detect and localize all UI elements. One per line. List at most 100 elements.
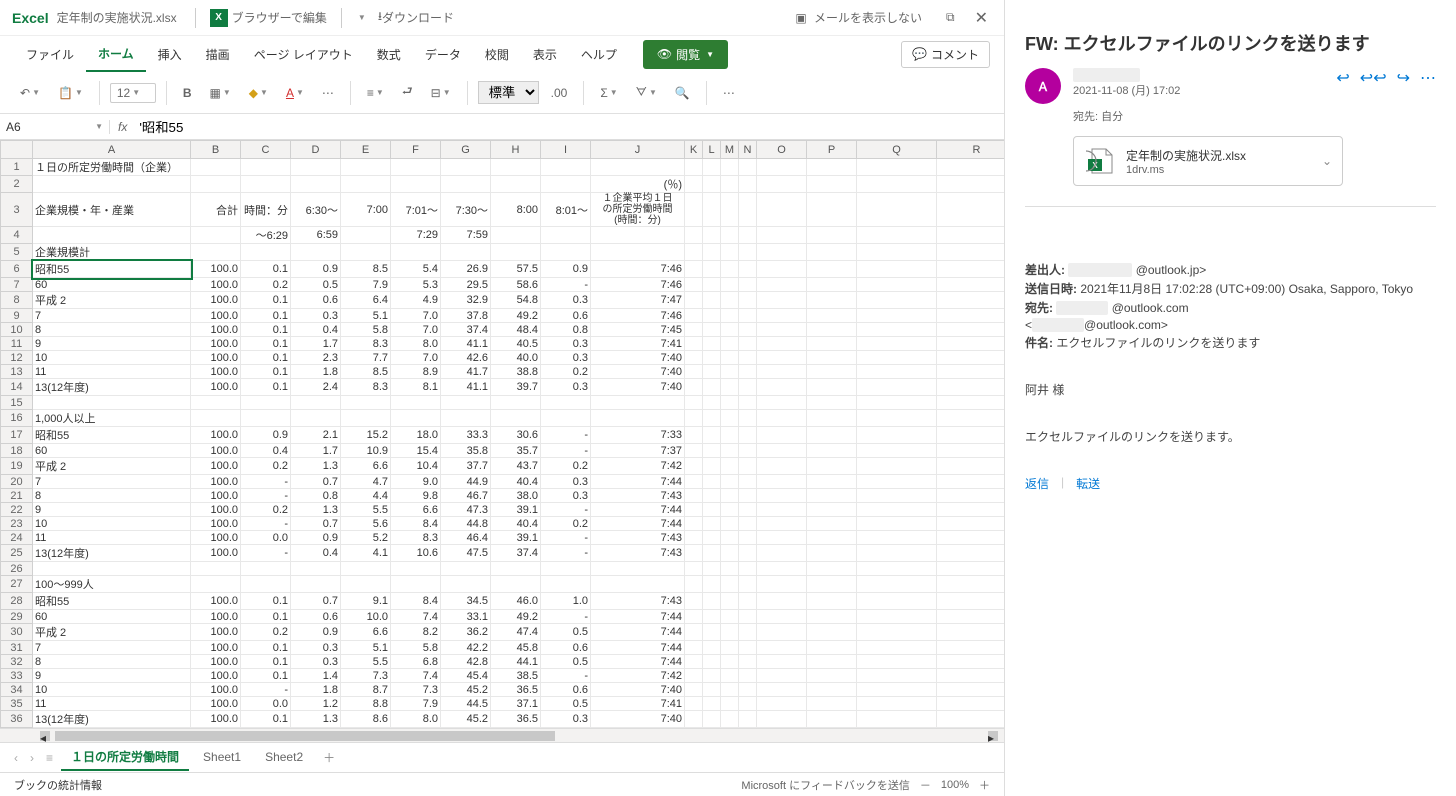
cell[interactable]: 1.8 [291, 365, 341, 379]
cell[interactable]: 6:30～ [291, 193, 341, 227]
cell[interactable]: 時間：分 [241, 193, 291, 227]
cell[interactable] [857, 475, 937, 489]
cell[interactable] [937, 517, 1005, 531]
cell[interactable]: 100.0 [191, 593, 241, 610]
cell[interactable]: 49.2 [491, 610, 541, 624]
cell[interactable] [937, 610, 1005, 624]
cell[interactable]: 0.3 [291, 309, 341, 323]
cell[interactable] [757, 641, 807, 655]
cell[interactable] [591, 227, 685, 244]
cell[interactable] [685, 610, 703, 624]
row-header[interactable]: 10 [1, 323, 33, 337]
cell[interactable]: 34.5 [441, 593, 491, 610]
cell[interactable] [721, 365, 739, 379]
cell[interactable]: 昭和55 [33, 593, 191, 610]
cell[interactable] [191, 562, 241, 576]
cell[interactable] [757, 475, 807, 489]
cell[interactable]: 8.3 [341, 337, 391, 351]
cell[interactable]: 企業規模・年・産業 [33, 193, 191, 227]
cell[interactable]: 2.3 [291, 351, 341, 365]
attachment-card[interactable]: X 定年制の実施状況.xlsx 1drv.ms ⌄ [1073, 136, 1343, 186]
cell[interactable] [757, 610, 807, 624]
cell[interactable] [703, 683, 721, 697]
cell[interactable]: - [541, 503, 591, 517]
hide-mail-button[interactable]: ▣ メールを表示しない [791, 5, 930, 30]
cell[interactable]: 0.9 [241, 427, 291, 444]
cell[interactable] [857, 669, 937, 683]
cell[interactable] [703, 545, 721, 562]
cell[interactable]: 15.4 [391, 444, 441, 458]
cell[interactable] [937, 337, 1005, 351]
cell[interactable]: 5.8 [391, 641, 441, 655]
cell[interactable] [685, 475, 703, 489]
cell[interactable] [857, 379, 937, 396]
cell[interactable] [807, 176, 857, 193]
cell[interactable]: 39.7 [491, 379, 541, 396]
horizontal-scrollbar[interactable]: ◂ ▸ [0, 728, 1004, 742]
cell[interactable] [703, 531, 721, 545]
cell[interactable] [685, 278, 703, 292]
col-header[interactable]: Q [857, 141, 937, 159]
cell[interactable]: 0.1 [241, 379, 291, 396]
cell[interactable]: 26.9 [441, 261, 491, 278]
sheet-tab-2[interactable]: Sheet1 [193, 746, 251, 770]
cell[interactable]: 8.0 [391, 337, 441, 351]
cell[interactable]: 100.0 [191, 711, 241, 728]
cell[interactable]: - [541, 444, 591, 458]
cell[interactable] [685, 396, 703, 410]
cell[interactable]: 100.0 [191, 503, 241, 517]
cell[interactable] [807, 641, 857, 655]
cell[interactable]: 8:00 [491, 193, 541, 227]
cell[interactable] [807, 655, 857, 669]
cell[interactable]: 9.8 [391, 489, 441, 503]
cell[interactable]: 4.7 [341, 475, 391, 489]
cell[interactable]: 10 [33, 351, 191, 365]
cell[interactable] [685, 244, 703, 261]
cell[interactable] [739, 365, 757, 379]
cell[interactable] [391, 562, 441, 576]
cell[interactable] [33, 176, 191, 193]
cell[interactable] [857, 576, 937, 593]
cell[interactable] [937, 593, 1005, 610]
cell[interactable]: 7:44 [591, 624, 685, 641]
cell[interactable] [739, 593, 757, 610]
cell[interactable]: 0.0 [241, 697, 291, 711]
cell[interactable]: 0.6 [541, 683, 591, 697]
more-font[interactable]: ⋯ [316, 82, 340, 104]
cell[interactable] [937, 396, 1005, 410]
row-header[interactable]: 15 [1, 396, 33, 410]
cell[interactable]: 33.1 [441, 610, 491, 624]
cell[interactable] [757, 697, 807, 711]
cell[interactable] [739, 261, 757, 278]
cell[interactable]: 36.2 [441, 624, 491, 641]
cell[interactable] [739, 292, 757, 309]
cell[interactable] [241, 410, 291, 427]
cell[interactable]: 0.4 [291, 545, 341, 562]
fx-icon[interactable]: fx [110, 120, 135, 134]
cell[interactable] [739, 576, 757, 593]
cell[interactable]: 0.3 [541, 475, 591, 489]
row-header[interactable]: 21 [1, 489, 33, 503]
cell[interactable] [721, 458, 739, 475]
col-header[interactable]: K [685, 141, 703, 159]
cell[interactable]: 60 [33, 278, 191, 292]
cell[interactable] [703, 379, 721, 396]
cell[interactable]: 7:44 [591, 610, 685, 624]
cell[interactable] [937, 444, 1005, 458]
cell[interactable]: 4.1 [341, 545, 391, 562]
cell[interactable] [703, 244, 721, 261]
cell[interactable] [721, 475, 739, 489]
cell[interactable] [857, 261, 937, 278]
tab-draw[interactable]: 描画 [194, 38, 242, 71]
cell[interactable]: 41.1 [441, 379, 491, 396]
cell[interactable] [857, 593, 937, 610]
cell[interactable]: 18.0 [391, 427, 441, 444]
cell[interactable] [703, 159, 721, 176]
cell[interactable] [937, 489, 1005, 503]
cell[interactable]: 0.3 [291, 641, 341, 655]
cell[interactable]: 7:42 [591, 669, 685, 683]
cell[interactable]: 1.4 [291, 669, 341, 683]
row-header[interactable]: 17 [1, 427, 33, 444]
cell[interactable] [685, 193, 703, 227]
cell[interactable]: 6:59 [291, 227, 341, 244]
